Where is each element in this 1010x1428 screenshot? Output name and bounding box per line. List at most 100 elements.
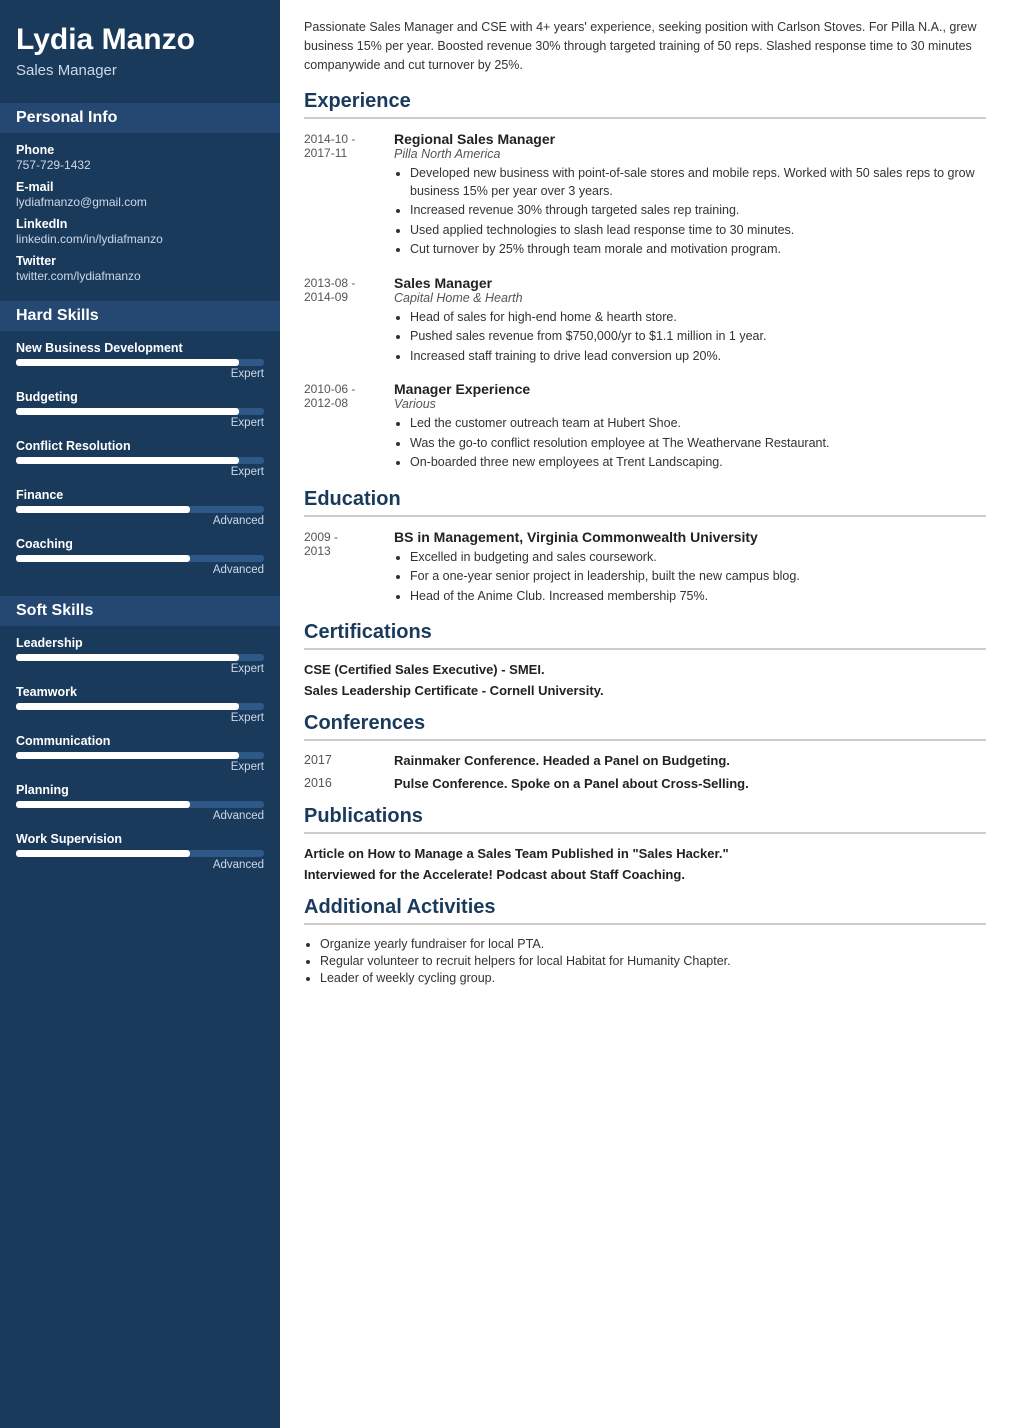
twitter-value: twitter.com/lydiafmanzo — [16, 269, 264, 283]
job-title: Manager Experience — [394, 381, 986, 397]
bullet: Increased staff training to drive lead c… — [410, 348, 986, 366]
hard-skills-title: Hard Skills — [0, 301, 280, 331]
certification-item: CSE (Certified Sales Executive) - SMEI. — [304, 662, 986, 677]
skill-bar-bg — [16, 850, 264, 857]
skill-bar-bg — [16, 654, 264, 661]
skill-name: Coaching — [16, 537, 264, 551]
skill-level: Advanced — [16, 859, 264, 871]
exp-body: Manager Experience Various Led the custo… — [394, 381, 986, 474]
publication-item: Interviewed for the Accelerate! Podcast … — [304, 867, 986, 882]
soft-skill-item: Leadership Expert — [16, 636, 264, 675]
linkedin-value: linkedin.com/in/lydiafmanzo — [16, 232, 264, 246]
publications-title: Publications — [304, 805, 986, 834]
activities-list: Organize yearly fundraiser for local PTA… — [304, 937, 986, 985]
education-title: Education — [304, 488, 986, 517]
linkedin-label: LinkedIn — [16, 217, 264, 231]
soft-skill-item: Communication Expert — [16, 734, 264, 773]
hard-skills-section: Hard Skills New Business Development Exp… — [0, 291, 280, 586]
education-list: 2009 -2013 BS in Management, Virginia Co… — [304, 529, 986, 608]
skill-bar-bg — [16, 801, 264, 808]
experience-entry: 2014-10 -2017-11 Regional Sales Manager … — [304, 131, 986, 261]
job-title: Sales Manager — [394, 275, 986, 291]
skill-bar-bg — [16, 703, 264, 710]
experience-entry: 2013-08 -2014-09 Sales Manager Capital H… — [304, 275, 986, 368]
phone-label: Phone — [16, 143, 264, 157]
phone-value: 757-729-1432 — [16, 158, 264, 172]
activity-item: Regular volunteer to recruit helpers for… — [320, 954, 986, 968]
skill-level: Expert — [16, 663, 264, 675]
exp-dates: 2013-08 -2014-09 — [304, 275, 394, 368]
skill-name: Conflict Resolution — [16, 439, 264, 453]
conf-year: 2017 — [304, 753, 394, 768]
conferences-list: 2017 Rainmaker Conference. Headed a Pane… — [304, 753, 986, 791]
skill-bar-bg — [16, 555, 264, 562]
exp-dates: 2014-10 -2017-11 — [304, 131, 394, 261]
skill-bar-fill — [16, 703, 239, 710]
bullet: Head of sales for high-end home & hearth… — [410, 309, 986, 327]
bullets-list: Head of sales for high-end home & hearth… — [394, 309, 986, 366]
skill-level: Advanced — [16, 564, 264, 576]
conf-year: 2016 — [304, 776, 394, 791]
skill-name: Work Supervision — [16, 832, 264, 846]
edu-dates: 2009 -2013 — [304, 529, 394, 608]
skill-name: Leadership — [16, 636, 264, 650]
skill-bar-fill — [16, 801, 190, 808]
bullet: Excelled in budgeting and sales coursewo… — [410, 549, 986, 567]
resume-container: Lydia Manzo Sales Manager Personal Info … — [0, 0, 1010, 1428]
edu-body: BS in Management, Virginia Commonwealth … — [394, 529, 986, 608]
bullet: Led the customer outreach team at Hubert… — [410, 415, 986, 433]
soft-skill-item: Work Supervision Advanced — [16, 832, 264, 871]
skill-bar-bg — [16, 359, 264, 366]
bullets-list: Developed new business with point-of-sal… — [394, 165, 986, 259]
skill-level: Advanced — [16, 810, 264, 822]
company: Various — [394, 397, 986, 411]
activities-title: Additional Activities — [304, 896, 986, 925]
skill-name: Communication — [16, 734, 264, 748]
conferences-title: Conferences — [304, 712, 986, 741]
personal-info-title: Personal Info — [0, 103, 280, 133]
skill-level: Expert — [16, 368, 264, 380]
experience-title: Experience — [304, 90, 986, 119]
conference-entry: 2016 Pulse Conference. Spoke on a Panel … — [304, 776, 986, 791]
skill-level: Expert — [16, 761, 264, 773]
skill-bar-fill — [16, 359, 239, 366]
company: Pilla North America — [394, 147, 986, 161]
soft-skill-item: Planning Advanced — [16, 783, 264, 822]
hard-skills-list: New Business Development Expert Budgetin… — [16, 341, 264, 576]
company: Capital Home & Hearth — [394, 291, 986, 305]
bullet: Cut turnover by 25% through team morale … — [410, 241, 986, 259]
certification-item: Sales Leadership Certificate - Cornell U… — [304, 683, 986, 698]
experience-list: 2014-10 -2017-11 Regional Sales Manager … — [304, 131, 986, 474]
activities-bullets: Organize yearly fundraiser for local PTA… — [304, 937, 986, 985]
skill-bar-fill — [16, 457, 239, 464]
hard-skill-item: Coaching Advanced — [16, 537, 264, 576]
skill-bar-fill — [16, 850, 190, 857]
conf-text: Pulse Conference. Spoke on a Panel about… — [394, 776, 986, 791]
hard-skill-item: Conflict Resolution Expert — [16, 439, 264, 478]
bullet: On-boarded three new employees at Trent … — [410, 454, 986, 472]
sidebar: Lydia Manzo Sales Manager Personal Info … — [0, 0, 280, 1428]
sidebar-header: Lydia Manzo Sales Manager — [0, 0, 280, 93]
skill-bar-bg — [16, 457, 264, 464]
hard-skill-item: Budgeting Expert — [16, 390, 264, 429]
candidate-title: Sales Manager — [16, 62, 264, 79]
skill-name: Teamwork — [16, 685, 264, 699]
activity-item: Leader of weekly cycling group. — [320, 971, 986, 985]
skill-name: New Business Development — [16, 341, 264, 355]
conf-text: Rainmaker Conference. Headed a Panel on … — [394, 753, 986, 768]
bullet: Head of the Anime Club. Increased member… — [410, 588, 986, 606]
email-value: lydiafmanzo@gmail.com — [16, 195, 264, 209]
soft-skills-list: Leadership Expert Teamwork Expert Commun… — [16, 636, 264, 871]
hard-skill-item: New Business Development Expert — [16, 341, 264, 380]
bullet: Developed new business with point-of-sal… — [410, 165, 986, 200]
bullets-list: Excelled in budgeting and sales coursewo… — [394, 549, 986, 606]
candidate-name: Lydia Manzo — [16, 22, 264, 58]
experience-entry: 2010-06 -2012-08 Manager Experience Vari… — [304, 381, 986, 474]
soft-skills-section: Soft Skills Leadership Expert Teamwork E… — [0, 586, 280, 881]
skill-bar-bg — [16, 506, 264, 513]
skill-bar-fill — [16, 654, 239, 661]
skill-bar-bg — [16, 408, 264, 415]
summary-text: Passionate Sales Manager and CSE with 4+… — [304, 18, 986, 74]
email-label: E-mail — [16, 180, 264, 194]
exp-body: Sales Manager Capital Home & Hearth Head… — [394, 275, 986, 368]
